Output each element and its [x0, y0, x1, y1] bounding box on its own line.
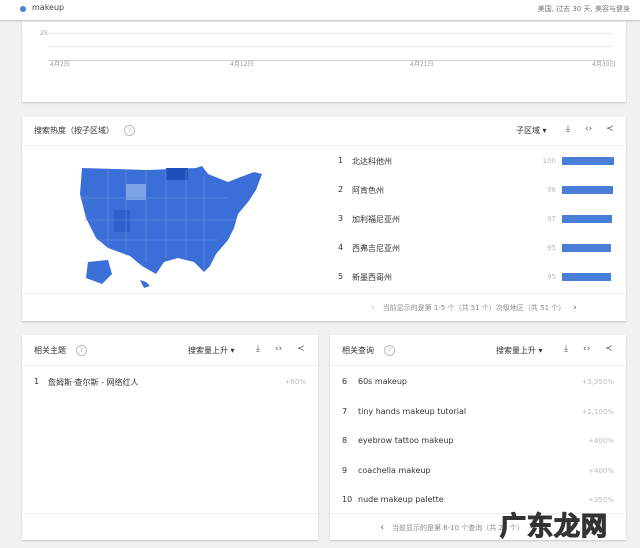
download-icon[interactable]: ⤓ [256, 344, 260, 354]
x-tick-label: 4月12日 [230, 61, 254, 68]
next-page-icon[interactable]: › [573, 303, 577, 313]
row-name: 阿肯色州 [352, 186, 384, 195]
pager-text: 当前显示的是第 1-5 个（共 51 个）次级地区（共 51 个） [382, 304, 566, 312]
item-value: +400% [588, 437, 614, 445]
row-bar [562, 157, 614, 165]
row-bar [562, 244, 612, 252]
row-value: 95 [547, 273, 556, 281]
prev-page-icon[interactable]: ‹ [380, 523, 384, 533]
x-tick-label: 4月30日 [592, 61, 616, 68]
term-color-dot [20, 6, 26, 12]
row-bar [562, 186, 613, 194]
sort-label: 搜索量上升 [188, 346, 228, 355]
item-value: +60% [284, 378, 306, 386]
x-tick-label: 4月21日 [410, 61, 434, 68]
region-resolution-label: 子区域 [516, 126, 540, 135]
embed-icon[interactable]: ‹› [275, 344, 282, 354]
row-name: 加利福尼亚州 [352, 215, 400, 224]
header-divider [330, 365, 626, 366]
top-bar: makeup 美国, 过去 30 天, 美容与健身 [0, 0, 640, 20]
item-name: eyebrow tattoo makeup [358, 436, 454, 445]
item-name: 詹姆斯·查尔斯 - 网络红人 [48, 378, 139, 387]
chevron-down-icon: ▾ [538, 346, 543, 355]
share-icon[interactable]: ≺ [297, 344, 305, 354]
card-title: 相关主题 [34, 346, 66, 355]
row-name: 新墨西哥州 [352, 273, 392, 282]
grid-line [48, 33, 612, 34]
row-rank: 5 [338, 272, 344, 281]
card-title: 搜索热度（按子区域） [34, 126, 114, 135]
header-divider [22, 365, 318, 366]
download-icon[interactable]: ⤓ [564, 344, 568, 354]
row-bar [562, 273, 612, 281]
item-rank: 1 [34, 377, 40, 386]
list-item[interactable]: 6 60s makeup +3,350% [330, 373, 626, 399]
item-rank: 6 [342, 377, 348, 386]
embed-icon[interactable]: ‹› [585, 124, 592, 134]
interest-over-time-card: 25 4月2日 4月12日 4月21日 4月30日 [22, 22, 626, 102]
row-rank: 4 [338, 243, 344, 252]
topics-sort-select[interactable]: 搜索量上升 ▾ [188, 345, 235, 356]
help-icon[interactable]: ? [384, 345, 395, 356]
prev-page-icon[interactable]: ‹ [371, 303, 375, 313]
region-row[interactable]: 4 西弗吉尼亚州 95 [22, 240, 626, 266]
download-icon[interactable]: ⤓ [566, 124, 570, 134]
x-axis [48, 60, 612, 61]
watermark-text: 广东龙网 [499, 511, 609, 542]
sort-label: 搜索量上升 [496, 346, 536, 355]
item-value: +3,350% [581, 378, 614, 386]
footer-divider [22, 293, 626, 294]
item-rank: 7 [342, 407, 348, 416]
item-value: +400% [588, 467, 614, 475]
search-term[interactable]: makeup [32, 3, 64, 12]
row-rank: 1 [338, 156, 344, 165]
queries-sort-select[interactable]: 搜索量上升 ▾ [496, 345, 543, 356]
embed-icon[interactable]: ‹› [583, 344, 590, 354]
region-pager: ‹ 当前显示的是第 1-5 个（共 51 个）次级地区（共 51 个） › [322, 303, 626, 313]
row-value: 98 [547, 186, 556, 194]
y-tick-label: 25 [40, 30, 48, 37]
item-name: coachella makeup [358, 466, 431, 475]
region-row[interactable]: 5 新墨西哥州 95 [22, 269, 626, 295]
header-divider [22, 145, 626, 146]
row-bar [562, 215, 613, 223]
share-icon[interactable]: ≺ [605, 344, 613, 354]
item-value: +2,100% [581, 408, 614, 416]
x-tick-label: 4月2日 [50, 61, 70, 68]
row-value: 97 [547, 215, 556, 223]
interest-by-subregion-card: 搜索热度（按子区域） ? 子区域 ▾ ⤓ ‹› ≺ 1 北达科他州 100 2 … [22, 117, 626, 321]
row-name: 北达科他州 [352, 157, 392, 166]
item-name: tiny hands makeup tutorial [358, 407, 467, 416]
filter-summary[interactable]: 美国, 过去 30 天, 美容与健身 [538, 4, 630, 14]
item-rank: 8 [342, 436, 348, 445]
item-rank: 9 [342, 466, 348, 475]
share-icon[interactable]: ≺ [606, 124, 614, 134]
region-row[interactable]: 3 加利福尼亚州 97 [22, 211, 626, 237]
row-value: 100 [542, 157, 556, 165]
row-value: 95 [547, 244, 556, 252]
region-row[interactable]: 1 北达科他州 100 [22, 153, 626, 179]
chevron-down-icon: ▾ [542, 126, 547, 135]
list-item[interactable]: 8 eyebrow tattoo makeup +400% [330, 432, 626, 458]
item-name: 60s makeup [358, 377, 408, 386]
row-rank: 3 [338, 214, 344, 223]
list-item[interactable]: 9 coachella makeup +400% [330, 462, 626, 488]
card-title: 相关查询 [342, 346, 374, 355]
related-topics-card: 相关主题 ? 搜索量上升 ▾ ⤓ ‹› ≺ 1 詹姆斯·查尔斯 - 网络红人 +… [22, 335, 318, 540]
help-icon[interactable]: ? [76, 345, 87, 356]
region-row[interactable]: 2 阿肯色州 98 [22, 182, 626, 208]
item-value: +350% [588, 496, 614, 504]
row-name: 西弗吉尼亚州 [352, 244, 400, 253]
list-item[interactable]: 1 詹姆斯·查尔斯 - 网络红人 +60% [22, 373, 318, 399]
help-icon[interactable]: ? [124, 125, 135, 136]
row-rank: 2 [338, 185, 344, 194]
grid-line [48, 46, 612, 47]
list-item[interactable]: 7 tiny hands makeup tutorial +2,100% [330, 403, 626, 429]
region-resolution-select[interactable]: 子区域 ▾ [516, 125, 547, 136]
chevron-down-icon: ▾ [230, 346, 235, 355]
item-rank: 10 [342, 495, 353, 504]
footer-divider [22, 513, 318, 514]
item-name: nude makeup palette [358, 495, 444, 504]
